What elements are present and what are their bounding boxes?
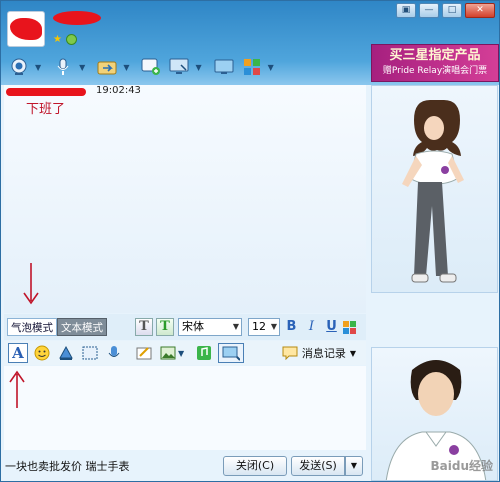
bold-button[interactable]: B xyxy=(283,318,300,336)
send-options-chevron-icon[interactable]: ▼ xyxy=(345,456,363,476)
sender-name-redacted xyxy=(6,88,86,96)
screen-capture-button[interactable] xyxy=(218,343,245,363)
maximize-button[interactable]: □ xyxy=(442,3,462,18)
font-settings-button[interactable]: A xyxy=(8,343,28,363)
bottom-bar: 一块也卖批发价 瑞士手表 关闭(C) 发送(S) ▼ xyxy=(1,451,369,481)
remote-desktop-icon[interactable] xyxy=(212,56,236,78)
chat-log-icon xyxy=(282,346,298,360)
bubble-mode-tab[interactable]: 气泡模式 xyxy=(7,318,57,336)
chat-window: ★ ▣ — □ ✕ ▼ ▼ ▼ ▼ ▼ 买三星指定产品 赠Pride Relay… xyxy=(0,0,500,482)
contact-name-redacted xyxy=(53,11,101,25)
ad-banner[interactable]: 买三星指定产品 赠Pride Relay演唱会门票 xyxy=(371,44,499,82)
send-button[interactable]: 发送(S) xyxy=(291,456,345,476)
webcam-icon[interactable] xyxy=(7,56,31,78)
screenshot-icon[interactable] xyxy=(80,343,100,363)
chevron-down-icon[interactable]: ▼ xyxy=(35,63,41,72)
chevron-down-icon[interactable]: ▼ xyxy=(79,63,85,72)
font-value: 宋体 xyxy=(182,320,204,333)
close-button[interactable]: 关闭(C) xyxy=(223,456,287,476)
close-window-button[interactable]: ✕ xyxy=(465,3,495,18)
vibrate-icon[interactable] xyxy=(56,343,76,363)
apps-grid-icon[interactable] xyxy=(240,56,264,78)
emoji-icon[interactable] xyxy=(32,343,52,363)
skin-button[interactable]: ▣ xyxy=(396,3,416,18)
message-time: 19:02:43 xyxy=(96,85,141,96)
font-size-select[interactable]: 12 ▼ xyxy=(248,318,280,336)
message-input[interactable] xyxy=(4,366,366,450)
color-palette-icon[interactable] xyxy=(343,320,356,334)
underline-button[interactable]: U xyxy=(323,318,340,336)
text-size-icon[interactable]: T xyxy=(135,318,153,336)
chevron-down-icon: ▼ xyxy=(349,348,356,358)
chat-history[interactable]: 19:02:43 下班了 xyxy=(4,85,366,313)
music-icon[interactable] xyxy=(194,343,214,363)
chevron-down-icon: ▼ xyxy=(232,322,239,331)
message-text: 下班了 xyxy=(26,102,66,117)
text-ad-link[interactable]: 一块也卖批发价 瑞士手表 xyxy=(5,458,130,474)
italic-button[interactable]: I xyxy=(303,318,320,336)
text-mode-tab[interactable]: 文本模式 xyxy=(57,318,107,336)
status-icon xyxy=(66,34,77,45)
minimize-button[interactable]: — xyxy=(419,3,439,18)
self-show-avatar: Baidu经验 xyxy=(371,347,498,481)
font-size-value: 12 xyxy=(252,320,266,333)
annotation-arrow-up xyxy=(9,370,25,408)
message-log-label: 消息记录 xyxy=(301,347,346,360)
chevron-down-icon[interactable]: ▼ xyxy=(268,63,274,72)
image-icon[interactable] xyxy=(158,343,178,363)
input-toolbar: A ▼ 消息记录 ▼ xyxy=(4,341,366,365)
add-app-icon[interactable] xyxy=(139,56,163,78)
star-icon: ★ xyxy=(53,34,62,45)
top-toolbar: ▼ ▼ ▼ ▼ ▼ xyxy=(7,56,280,78)
message-log-button[interactable]: 消息记录 ▼ xyxy=(282,345,356,361)
chevron-down-icon[interactable]: ▼ xyxy=(195,63,201,72)
screen-share-icon[interactable] xyxy=(167,56,191,78)
chevron-down-icon: ▼ xyxy=(270,322,277,331)
annotation-arrow-down xyxy=(23,263,39,305)
contact-show-avatar xyxy=(371,85,498,293)
chevron-down-icon[interactable]: ▼ xyxy=(178,349,184,358)
scrawl-icon[interactable] xyxy=(134,343,154,363)
file-transfer-icon[interactable] xyxy=(95,56,119,78)
microphone-icon[interactable] xyxy=(51,56,75,78)
format-toolbar: 气泡模式 文本模式 T T 宋体 ▼ 12 ▼ B I U xyxy=(4,314,366,340)
ad-line-1: 买三星指定产品 xyxy=(389,48,481,63)
voice-message-icon[interactable] xyxy=(104,343,124,363)
avatar[interactable] xyxy=(7,11,45,47)
window-controls: ▣ — □ ✕ xyxy=(396,3,495,18)
chevron-down-icon[interactable]: ▼ xyxy=(123,63,129,72)
redaction-mark xyxy=(10,18,42,40)
watermark: Baidu经验 xyxy=(430,459,494,473)
female-avatar-figure xyxy=(402,100,464,283)
font-select[interactable]: 宋体 ▼ xyxy=(178,318,242,336)
text-color-icon[interactable]: T xyxy=(156,318,174,336)
ad-line-2: 赠Pride Relay演唱会门票 xyxy=(382,66,488,76)
